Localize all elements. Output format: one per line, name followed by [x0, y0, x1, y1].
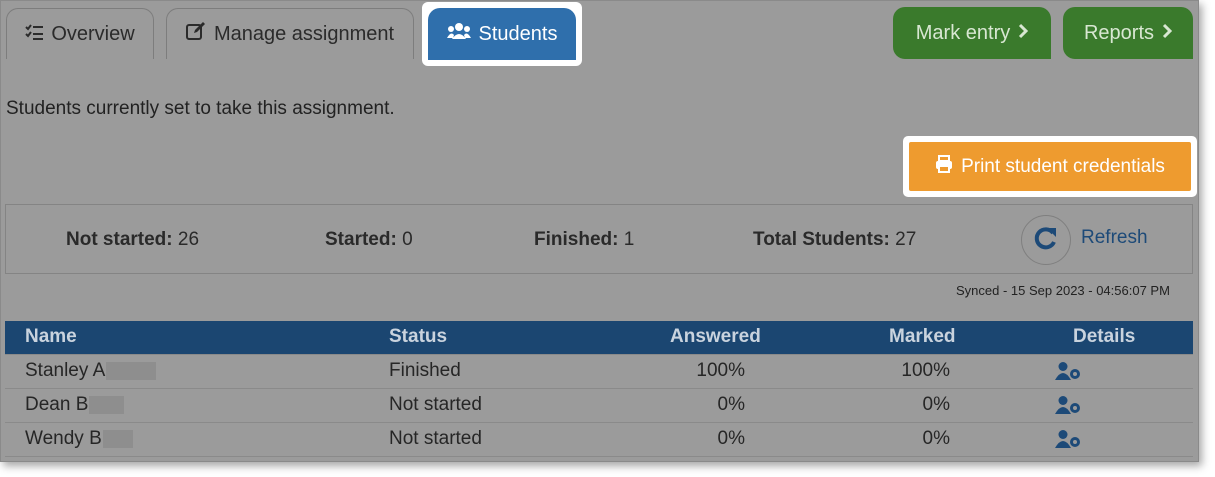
tab-students-highlight: Students [422, 2, 582, 66]
student-name-text: Wendy B [25, 428, 102, 449]
mark-entry-label: Mark entry [915, 21, 1011, 44]
student-status: Not started [389, 428, 482, 449]
chevron-right-icon [1018, 22, 1029, 45]
student-answered: 100% [696, 360, 745, 381]
tab-manage-assignment[interactable]: Manage assignment [166, 8, 414, 59]
redacted-surname [89, 395, 125, 414]
stats-bar: Not started: 26 Started: 0 Finished: 1 T… [5, 204, 1193, 274]
header-marked[interactable]: Marked [889, 326, 956, 348]
tab-students[interactable]: Students [428, 8, 576, 60]
students-table: Name Status Answered Marked Details Stan… [5, 321, 1193, 456]
stat-started-label: Started: [325, 229, 397, 250]
student-marked: 100% [901, 360, 950, 381]
students-panel: Overview Manage assignment Students Mark… [0, 0, 1199, 462]
student-name: Stanley A [25, 360, 157, 382]
refresh-icon [1033, 225, 1059, 256]
table-row: Stanley A Finished 100% 100% [5, 354, 1193, 388]
print-label: Print student credentials [961, 155, 1165, 177]
edit-icon [185, 22, 206, 46]
checklist-icon [25, 23, 44, 46]
redacted-surname [102, 429, 133, 448]
reports-button[interactable]: Reports [1063, 7, 1193, 59]
student-answered: 0% [717, 428, 745, 449]
student-status: Finished [389, 360, 461, 381]
table-row: Dean B Not started 0% 0% [5, 388, 1193, 422]
table-row: Wendy B Not started 0% 0% [5, 422, 1193, 456]
stat-not-started: Not started: 26 [66, 229, 199, 251]
stat-finished: Finished: 1 [534, 229, 634, 251]
reports-label: Reports [1083, 21, 1155, 44]
stat-not-started-label: Not started: [66, 229, 173, 250]
tab-students-label: Students [478, 22, 558, 45]
header-details: Details [1073, 326, 1136, 347]
stat-finished-label: Finished: [534, 229, 619, 250]
chevron-right-icon [1162, 22, 1173, 45]
stat-total-label: Total Students: [753, 229, 890, 250]
table-bottom-border [5, 456, 1193, 457]
student-status: Not started [389, 394, 482, 415]
stat-total-value: 27 [895, 229, 917, 250]
tab-overview-label: Overview [51, 22, 135, 45]
student-marked: 0% [922, 428, 950, 449]
table-header: Name Status Answered Marked Details [5, 321, 1193, 354]
stat-started-value: 0 [402, 229, 413, 250]
redacted-surname [106, 361, 157, 380]
print-credentials-button[interactable]: Print student credentials [909, 142, 1191, 191]
header-status[interactable]: Status [389, 326, 447, 348]
student-name-text: Stanley A [25, 360, 106, 381]
user-cog-icon[interactable] [1055, 362, 1081, 386]
student-name: Dean B [25, 394, 125, 416]
intro-text: Students currently set to take this assi… [6, 98, 395, 119]
header-name[interactable]: Name [25, 326, 77, 348]
header-answered[interactable]: Answered [670, 326, 761, 348]
user-cog-icon[interactable] [1055, 430, 1081, 454]
student-name-text: Dean B [25, 394, 89, 415]
student-marked: 0% [922, 394, 950, 415]
refresh-icon-button[interactable] [1021, 215, 1071, 265]
stat-not-started-value: 26 [177, 229, 200, 250]
stat-finished-value: 1 [623, 229, 635, 250]
user-cog-icon[interactable] [1055, 396, 1081, 420]
mark-entry-button[interactable]: Mark entry [893, 7, 1051, 59]
stat-started: Started: 0 [325, 229, 413, 251]
users-icon [446, 22, 471, 46]
refresh-link[interactable]: Refresh [1081, 227, 1148, 249]
print-icon [935, 154, 953, 179]
tab-manage-label: Manage assignment [213, 22, 395, 45]
student-answered: 0% [717, 394, 745, 415]
tab-overview[interactable]: Overview [6, 8, 154, 59]
stat-total: Total Students: 27 [753, 229, 916, 251]
print-button-highlight: Print student credentials [903, 136, 1197, 197]
synced-timestamp: Synced - 15 Sep 2023 - 04:56:07 PM [956, 283, 1170, 298]
student-name: Wendy B [25, 428, 133, 450]
